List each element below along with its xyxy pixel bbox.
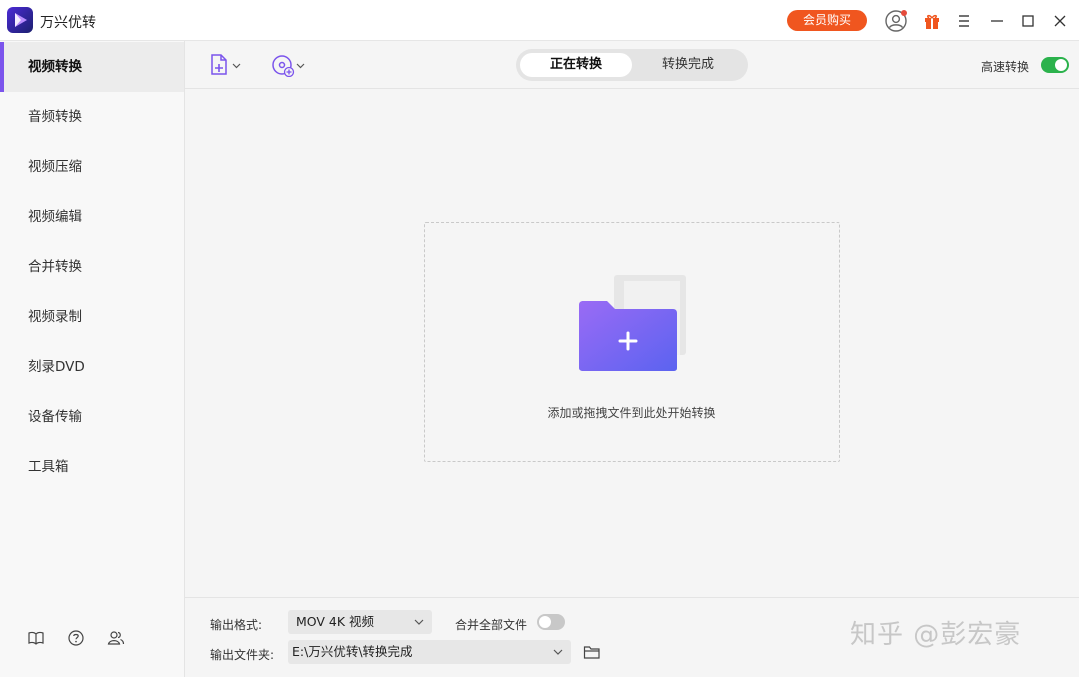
menu-icon[interactable] [952,9,976,33]
sidebar-item-video-compress[interactable]: 视频压缩 [0,142,184,192]
sidebar-item-label: 视频压缩 [28,159,82,175]
file-drop-zone[interactable]: 添加或拖拽文件到此处开始转换 [424,222,840,462]
sidebar-item-label: 刻录DVD [28,359,85,375]
title-bar: 万兴优转 会员购买 [0,0,1079,41]
sidebar: 视频转换 音频转换 视频压缩 视频编辑 合并转换 视频录制 刻录DVD 设备传输… [0,41,185,677]
output-format-value: MOV 4K 视频 [296,614,375,629]
folder-add-icon [579,275,687,375]
sidebar-item-toolbox[interactable]: 工具箱 [0,442,184,492]
users-icon[interactable] [107,629,125,647]
output-folder-value: E:\万兴优转\转换完成 [292,644,413,659]
high-speed-label: 高速转换 [981,60,1030,74]
sidebar-item-label: 设备传输 [28,409,82,425]
add-file-icon [211,54,241,75]
gift-icon[interactable] [920,9,944,33]
high-speed-toggle[interactable] [1041,57,1069,73]
sidebar-item-label: 视频编辑 [28,209,82,225]
drop-hint-text: 添加或拖拽文件到此处开始转换 [547,406,716,420]
tab-converted[interactable]: 转换完成 [632,53,744,77]
tab-converting[interactable]: 正在转换 [520,53,632,77]
sidebar-item-label: 音频转换 [28,109,82,125]
sidebar-item-label: 合并转换 [28,259,82,275]
sidebar-item-video-convert[interactable]: 视频转换 [0,42,184,92]
sidebar-item-label: 视频录制 [28,309,82,325]
sidebar-item-video-edit[interactable]: 视频编辑 [0,192,184,242]
help-icon[interactable] [67,629,85,647]
add-disc-icon [272,55,305,78]
output-format-select[interactable]: MOV 4K 视频 [288,610,432,634]
output-folder-select[interactable]: E:\万兴优转\转换完成 [288,640,571,664]
merge-all-toggle[interactable] [537,614,565,630]
sidebar-item-video-record[interactable]: 视频录制 [0,292,184,342]
chevron-down-icon [553,640,563,672]
close-icon[interactable] [1048,9,1072,33]
chevron-down-icon [414,610,424,642]
sidebar-item-label: 视频转换 [28,59,82,75]
sidebar-item-device-transfer[interactable]: 设备传输 [0,392,184,442]
app-logo [7,7,33,33]
toolbar: 正在转换 转换完成 高速转换 [185,41,1079,89]
toggle-knob [539,616,551,628]
sidebar-item-label: 工具箱 [28,459,69,475]
toggle-knob [1055,59,1067,71]
vip-purchase-button[interactable]: 会员购买 [787,10,867,31]
sidebar-item-burn-dvd[interactable]: 刻录DVD [0,342,184,392]
sidebar-item-audio-convert[interactable]: 音频转换 [0,92,184,142]
output-format-label: 输出格式: [210,618,263,632]
minimize-icon[interactable] [985,9,1009,33]
merge-all-label: 合并全部文件 [455,618,528,632]
book-icon[interactable] [27,629,45,647]
folder-open-icon[interactable] [583,643,601,661]
watermark-text: 知乎 @彭宏豪 [850,620,1022,650]
maximize-icon[interactable] [1016,9,1040,33]
sidebar-item-merge-convert[interactable]: 合并转换 [0,242,184,292]
app-title: 万兴优转 [40,15,96,31]
conversion-status-tabs: 正在转换 转换完成 [516,49,748,81]
avatar-icon[interactable] [884,9,908,33]
add-disc-button[interactable] [271,53,307,78]
output-folder-label: 输出文件夹: [210,648,275,662]
add-file-button[interactable] [209,53,243,77]
